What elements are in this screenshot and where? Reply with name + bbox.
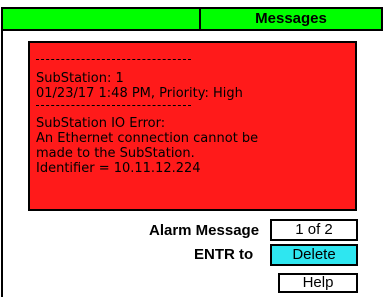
substation-line: SubStation: 1	[36, 71, 124, 86]
delete-button[interactable]: Delete	[270, 244, 358, 266]
error-title: SubStation IO Error:	[36, 116, 166, 131]
message-divider-top	[36, 59, 191, 60]
page-title: Messages	[255, 10, 327, 27]
error-body-line-1: An Ethernet connection cannot be	[36, 131, 259, 146]
alarm-message-label: Alarm Message	[149, 222, 260, 239]
error-body-line-2: made to the SubStation.	[36, 146, 195, 161]
message-divider-middle	[36, 105, 191, 106]
error-body-line-3: Identifier = 10.11.12.224	[36, 161, 201, 176]
help-button[interactable]: Help	[278, 273, 358, 293]
entr-to-label: ENTR to	[194, 246, 254, 263]
frame-left-border	[1, 31, 3, 297]
datetime-priority-line: 01/23/17 1:48 PM, Priority: High	[36, 86, 243, 101]
hmi-screen: Messages SubStation: 1 01/23/17 1:48 PM,…	[0, 0, 386, 297]
header-left-segment	[3, 9, 201, 29]
alarm-message-panel: SubStation: 1 01/23/17 1:48 PM, Priority…	[28, 41, 357, 211]
alarm-message-counter: 1 of 2	[270, 219, 358, 241]
header-bar: Messages	[1, 7, 383, 31]
